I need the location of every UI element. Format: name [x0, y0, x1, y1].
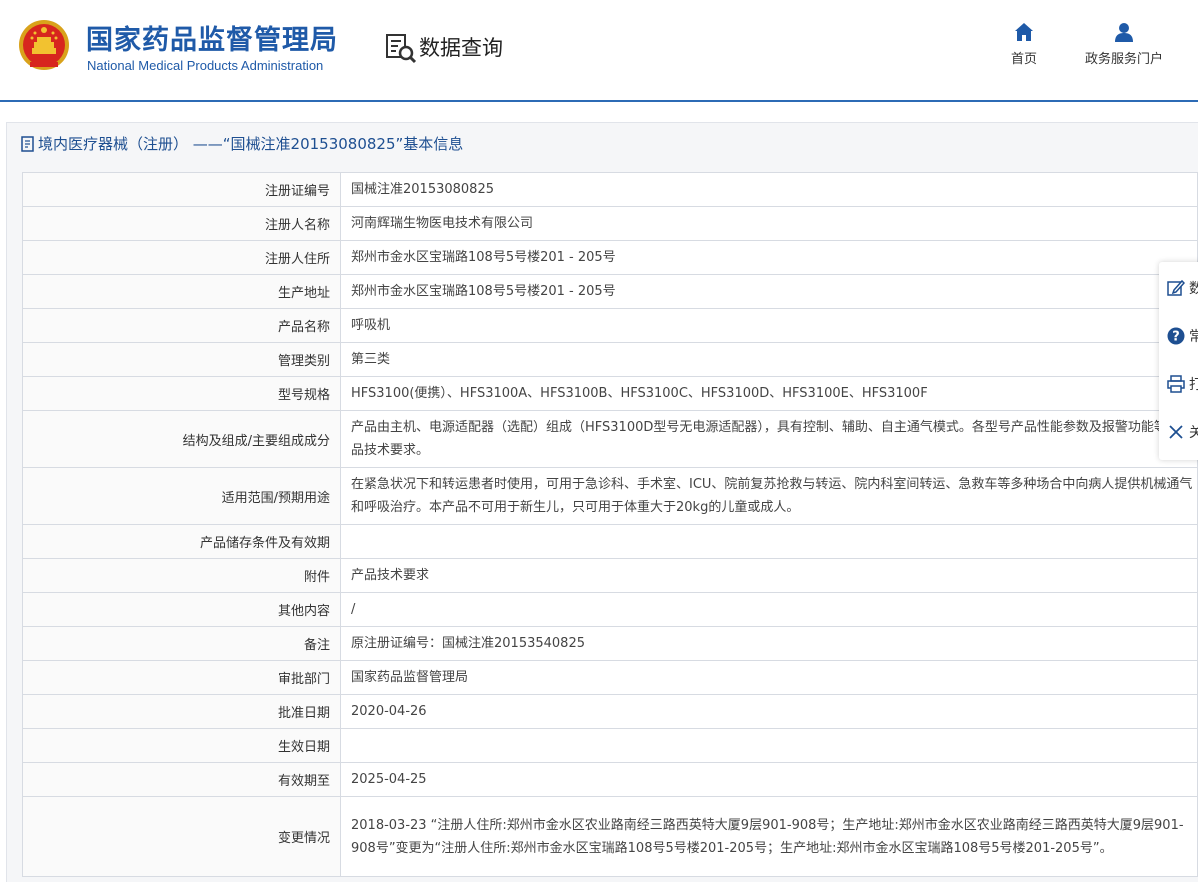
- field-value: 2020-04-26: [340, 694, 1198, 729]
- side-tool-print[interactable]: 打: [1159, 362, 1198, 406]
- field-label: 结构及组成/主要组成成分: [22, 410, 341, 468]
- field-label: 批准日期: [22, 694, 341, 729]
- field-label: 管理类别: [22, 342, 341, 377]
- field-label: 产品名称: [22, 308, 341, 343]
- edit-icon: [1167, 279, 1185, 296]
- section-title: 数据查询: [419, 36, 503, 60]
- field-value: 产品技术要求: [340, 558, 1198, 593]
- org-name-en: National Medical Products Administration: [87, 58, 324, 73]
- side-toolbar: 数 ? 常 打 关: [1159, 262, 1198, 460]
- field-label: 注册人名称: [22, 206, 341, 241]
- field-value: 河南辉瑞生物医电技术有限公司: [340, 206, 1198, 241]
- table-row: 变更情况 2018-03-23 “注册人住所:郑州市金水区农业路南经三路西英特大…: [22, 796, 1198, 877]
- table-row: 其他内容 /: [22, 592, 1198, 627]
- org-name-cn: 国家药品监督管理局: [86, 25, 338, 56]
- data-query-icon: [386, 34, 417, 64]
- field-value: HFS3100(便携）、HFS3100A、HFS3100B、HFS3100C、H…: [340, 376, 1198, 411]
- table-row: 结构及组成/主要组成成分 产品由主机、电源适配器（选配）组成（HFS3100D型…: [22, 410, 1198, 468]
- data-query-heading: 数据查询: [384, 30, 503, 64]
- table-row: 适用范围/预期用途 在紧急状况下和转运患者时使用，可用于急诊科、手术室、ICU、…: [22, 467, 1198, 525]
- field-value: 国械注准20153080825: [340, 172, 1198, 207]
- nav-service-portal[interactable]: 政务服务门户: [1078, 22, 1170, 67]
- table-row: 备注 原注册证编号：国械注准20153540825: [22, 626, 1198, 661]
- side-tool-label: 关: [1189, 425, 1198, 441]
- table-row: 注册证编号 国械注准20153080825: [22, 172, 1198, 207]
- nav-home[interactable]: 首页: [1004, 22, 1044, 67]
- field-value: 2018-03-23 “注册人住所:郑州市金水区农业路南经三路西英特大厦9层90…: [340, 796, 1198, 877]
- help-icon: ?: [1167, 327, 1185, 345]
- field-label: 变更情况: [22, 796, 341, 877]
- table-row: 生产地址 郑州市金水区宝瑞路108号5号楼201 - 205号: [22, 274, 1198, 309]
- svg-text:?: ?: [1172, 330, 1180, 345]
- field-value: /: [340, 592, 1198, 627]
- field-label: 其他内容: [22, 592, 341, 627]
- field-value: [340, 728, 1198, 763]
- table-row: 生效日期: [22, 728, 1198, 763]
- field-value: 呼吸机: [340, 308, 1198, 343]
- panel-title-text: 境内医疗器械（注册） ——“国械注准20153080825”基本信息: [38, 135, 464, 153]
- site-header: 国家药品监督管理局 National Medical Products Admi…: [0, 0, 1198, 102]
- print-icon: [1167, 375, 1185, 393]
- side-tool-close[interactable]: 关: [1159, 410, 1198, 454]
- nav-home-label: 首页: [1010, 52, 1037, 67]
- field-value: 在紧急状况下和转运患者时使用，可用于急诊科、手术室、ICU、院前复苏抢救与转运、…: [340, 467, 1198, 525]
- field-label: 生产地址: [22, 274, 341, 309]
- field-value: 郑州市金水区宝瑞路108号5号楼201 - 205号: [340, 240, 1198, 275]
- table-row: 审批部门 国家药品监督管理局: [22, 660, 1198, 695]
- field-label: 备注: [22, 626, 341, 661]
- field-label: 型号规格: [22, 376, 341, 411]
- table-row: 产品名称 呼吸机: [22, 308, 1198, 343]
- panel-title: 境内医疗器械（注册） ——“国械注准20153080825”基本信息: [21, 133, 463, 154]
- field-label: 注册人住所: [22, 240, 341, 275]
- table-row: 注册人住所 郑州市金水区宝瑞路108号5号楼201 - 205号: [22, 240, 1198, 275]
- field-value: 郑州市金水区宝瑞路108号5号楼201 - 205号: [340, 274, 1198, 309]
- table-row: 产品储存条件及有效期: [22, 524, 1198, 559]
- side-tool-feedback[interactable]: 数: [1159, 266, 1198, 310]
- table-row: 型号规格 HFS3100(便携）、HFS3100A、HFS3100B、HFS31…: [22, 376, 1198, 411]
- document-icon: [21, 135, 34, 152]
- nav-portal-label: 政务服务门户: [1084, 52, 1163, 67]
- field-label: 适用范围/预期用途: [22, 467, 341, 525]
- table-row: 附件 产品技术要求: [22, 558, 1198, 593]
- field-label: 有效期至: [22, 762, 341, 797]
- national-emblem-icon: [19, 20, 69, 70]
- field-value: 第三类: [340, 342, 1198, 377]
- table-row: 注册人名称 河南辉瑞生物医电技术有限公司: [22, 206, 1198, 241]
- field-label: 注册证编号: [22, 172, 341, 207]
- table-row: 批准日期 2020-04-26: [22, 694, 1198, 729]
- field-value: [340, 524, 1198, 559]
- field-value: 产品由主机、电源适配器（选配）组成（HFS3100D型号无电源适配器），具有控制…: [340, 410, 1198, 468]
- home-icon: [1015, 23, 1033, 41]
- user-icon: [1115, 23, 1133, 42]
- side-tool-label: 数: [1189, 281, 1198, 297]
- field-value: 原注册证编号：国械注准20153540825: [340, 626, 1198, 661]
- field-label: 生效日期: [22, 728, 341, 763]
- field-label: 产品储存条件及有效期: [22, 524, 341, 559]
- side-tool-label: 常: [1189, 329, 1198, 345]
- field-label: 附件: [22, 558, 341, 593]
- field-value: 国家药品监督管理局: [340, 660, 1198, 695]
- side-tool-faq[interactable]: ? 常: [1159, 314, 1198, 358]
- registration-info-table: 注册证编号 国械注准20153080825 注册人名称 河南辉瑞生物医电技术有限…: [22, 172, 1198, 877]
- side-tool-label: 打: [1189, 377, 1198, 393]
- close-icon: [1169, 425, 1183, 439]
- field-label: 审批部门: [22, 660, 341, 695]
- table-row: 有效期至 2025-04-25: [22, 762, 1198, 797]
- table-row: 管理类别 第三类: [22, 342, 1198, 377]
- field-value: 2025-04-25: [340, 762, 1198, 797]
